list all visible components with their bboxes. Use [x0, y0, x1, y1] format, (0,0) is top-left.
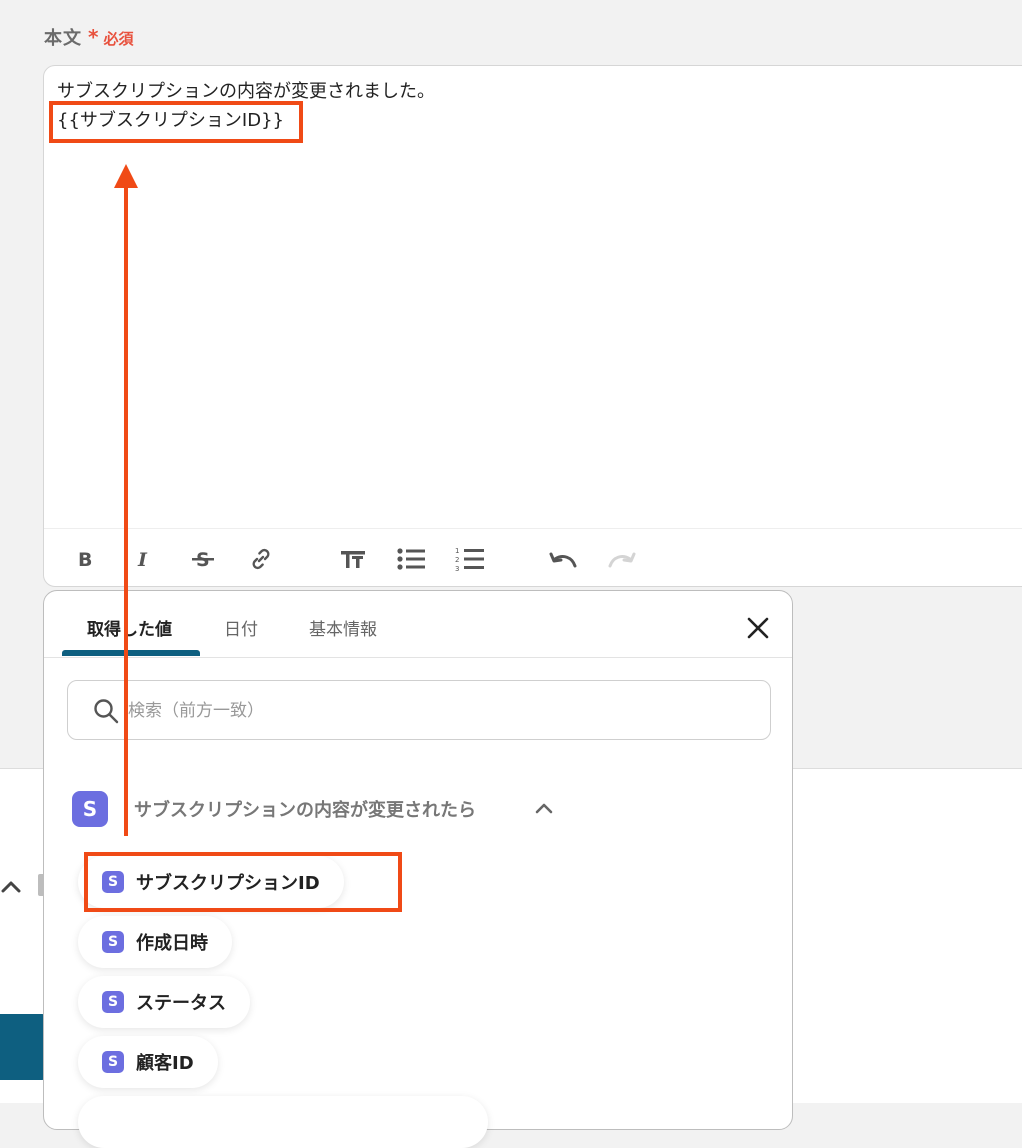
svg-text:I: I	[137, 549, 148, 569]
picker-tabs: 取得した値 日付 基本情報	[44, 591, 792, 658]
value-chip-status[interactable]: S ステータス	[78, 976, 250, 1028]
value-chip-customer-id[interactable]: S 顧客ID	[78, 1036, 218, 1088]
app-badge-icon: S	[72, 791, 108, 827]
chip-label: サブスクリプションID	[136, 873, 320, 894]
redo-icon	[605, 542, 639, 576]
editor-line-2: {{サブスクリプションID}}	[57, 110, 284, 131]
tab-date[interactable]: 日付	[224, 615, 258, 640]
field-label: 本文 * 必須	[44, 24, 133, 50]
value-chip-created-at[interactable]: S 作成日時	[78, 916, 232, 968]
primary-button[interactable]	[0, 1014, 48, 1080]
svg-text:2: 2	[455, 556, 459, 564]
app-badge-icon: S	[102, 931, 124, 953]
bullet-list-icon[interactable]	[394, 542, 428, 576]
bold-icon[interactable]: B	[68, 542, 102, 576]
trigger-group-header[interactable]: S サブスクリプションの内容が変更されたら	[72, 791, 592, 827]
trigger-group-title: サブスクリプションの内容が変更されたら	[134, 800, 476, 821]
app-badge-icon: S	[102, 871, 124, 893]
annotation-arrow-shaft	[124, 180, 128, 836]
strikethrough-icon[interactable]: S	[186, 542, 220, 576]
editor-content[interactable]: サブスクリプションの内容が変更されました。 {{サブスクリプションID}}	[57, 77, 435, 135]
chevron-up-icon[interactable]	[0, 876, 22, 898]
field-label-text: 本文	[44, 28, 82, 49]
value-chip-partial[interactable]	[78, 1096, 488, 1148]
svg-text:1: 1	[455, 547, 459, 555]
svg-text:B: B	[78, 549, 92, 569]
tab-acquired-values[interactable]: 取得した値	[87, 615, 172, 640]
editor-line-1: サブスクリプションの内容が変更されました。	[57, 81, 435, 102]
required-star: *	[88, 25, 100, 49]
tab-basic-info[interactable]: 基本情報	[309, 615, 377, 640]
value-chip-subscription-id[interactable]: S サブスクリプションID	[78, 856, 344, 908]
chevron-up-icon[interactable]	[535, 800, 553, 818]
italic-icon[interactable]: I	[127, 542, 161, 576]
chip-label: ステータス	[136, 993, 226, 1014]
search-icon	[93, 698, 119, 728]
search-field	[67, 680, 771, 740]
variable-picker: 取得した値 日付 基本情報 S サブスクリプションの内容が変更されたら S サブ…	[43, 590, 793, 1148]
annotation-arrow-head	[114, 164, 138, 188]
required-text: 必須	[103, 30, 134, 48]
search-input[interactable]	[126, 693, 750, 729]
active-tab-indicator	[62, 650, 200, 656]
toolbar-divider	[44, 528, 1022, 529]
text-size-icon[interactable]	[336, 542, 370, 576]
undo-icon[interactable]	[546, 542, 580, 576]
close-icon[interactable]	[744, 614, 772, 642]
editor-toolbar: B I S 1 2 3	[44, 542, 1022, 578]
numbered-list-icon[interactable]: 1 2 3	[453, 542, 487, 576]
link-icon[interactable]	[244, 542, 278, 576]
chip-label: 作成日時	[136, 933, 208, 954]
app-badge-icon: S	[102, 991, 124, 1013]
chip-label: 顧客ID	[136, 1053, 194, 1074]
svg-text:3: 3	[455, 565, 459, 572]
app-badge-icon: S	[102, 1051, 124, 1073]
body-editor[interactable]: サブスクリプションの内容が変更されました。 {{サブスクリプションID}} B …	[43, 65, 1022, 587]
